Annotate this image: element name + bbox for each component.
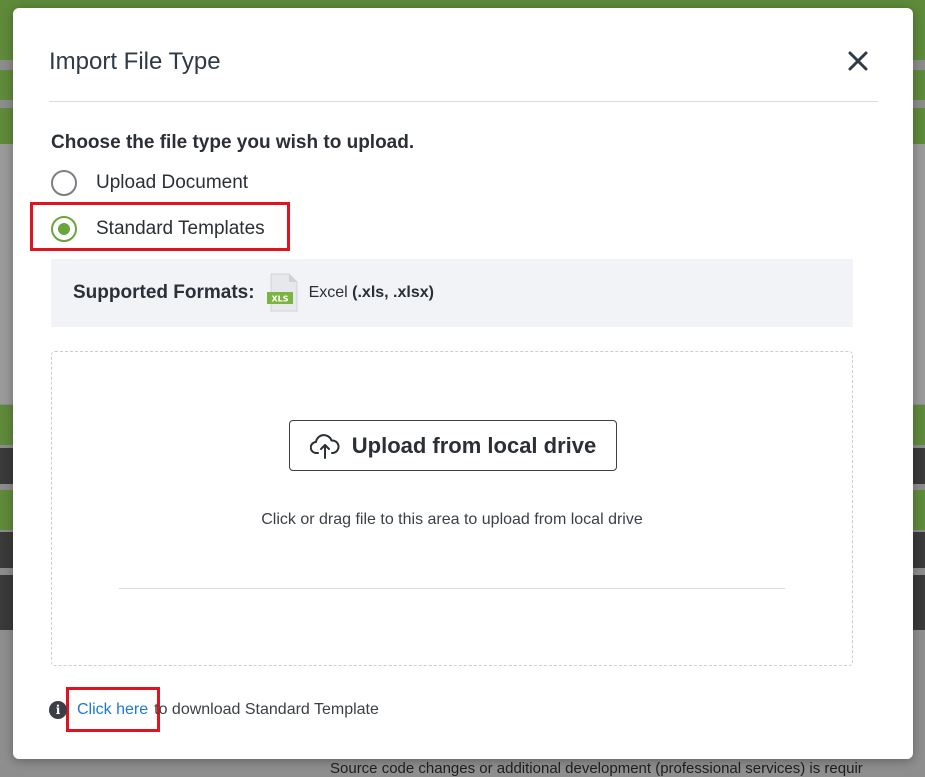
info-icon: i — [49, 701, 67, 719]
supported-formats-label: Supported Formats: — [73, 282, 255, 303]
file-type-prompt: Choose the file type you wish to upload. — [51, 132, 415, 153]
upload-from-local-drive-button[interactable]: Upload from local drive — [289, 420, 617, 471]
divider — [119, 588, 785, 589]
template-download-footer: i Click here to download Standard Templa… — [49, 697, 379, 723]
download-template-link[interactable]: Click here — [77, 701, 148, 719]
file-dropzone[interactable]: Upload from local drive Click or drag fi… — [51, 351, 853, 666]
upload-button-label: Upload from local drive — [351, 432, 597, 458]
close-icon — [848, 51, 868, 71]
modal-header: Import File Type — [49, 46, 878, 102]
format-type-name: Excel — [308, 284, 348, 301]
xls-file-icon: XLS — [266, 273, 299, 313]
radio-button[interactable] — [51, 170, 77, 196]
supported-formats-panel: Supported Formats: XLS Excel (.xls, .xls… — [51, 259, 853, 327]
radio-upload-document[interactable]: Upload Document — [51, 168, 248, 198]
radio-button[interactable] — [51, 216, 77, 242]
modal-title: Import File Type — [49, 48, 221, 75]
xls-icon-text: XLS — [271, 295, 288, 304]
format-extensions: (.xls, .xlsx) — [352, 284, 434, 301]
radio-standard-templates[interactable]: Standard Templates — [51, 214, 265, 244]
dropzone-hint: Click or drag file to this area to uploa… — [261, 511, 643, 528]
supported-formats-value: Excel (.xls, .xlsx) — [309, 284, 434, 302]
radio-label: Upload Document — [96, 172, 249, 193]
cloud-upload-icon — [309, 433, 340, 459]
bg-bottom-text: Source code changes or additional develo… — [330, 760, 863, 777]
import-file-type-dialog: Import File Type Choose the file type yo… — [13, 8, 913, 759]
close-button[interactable] — [844, 47, 872, 75]
download-template-text: to download Standard Template — [154, 701, 379, 718]
radio-label: Standard Templates — [96, 218, 265, 239]
